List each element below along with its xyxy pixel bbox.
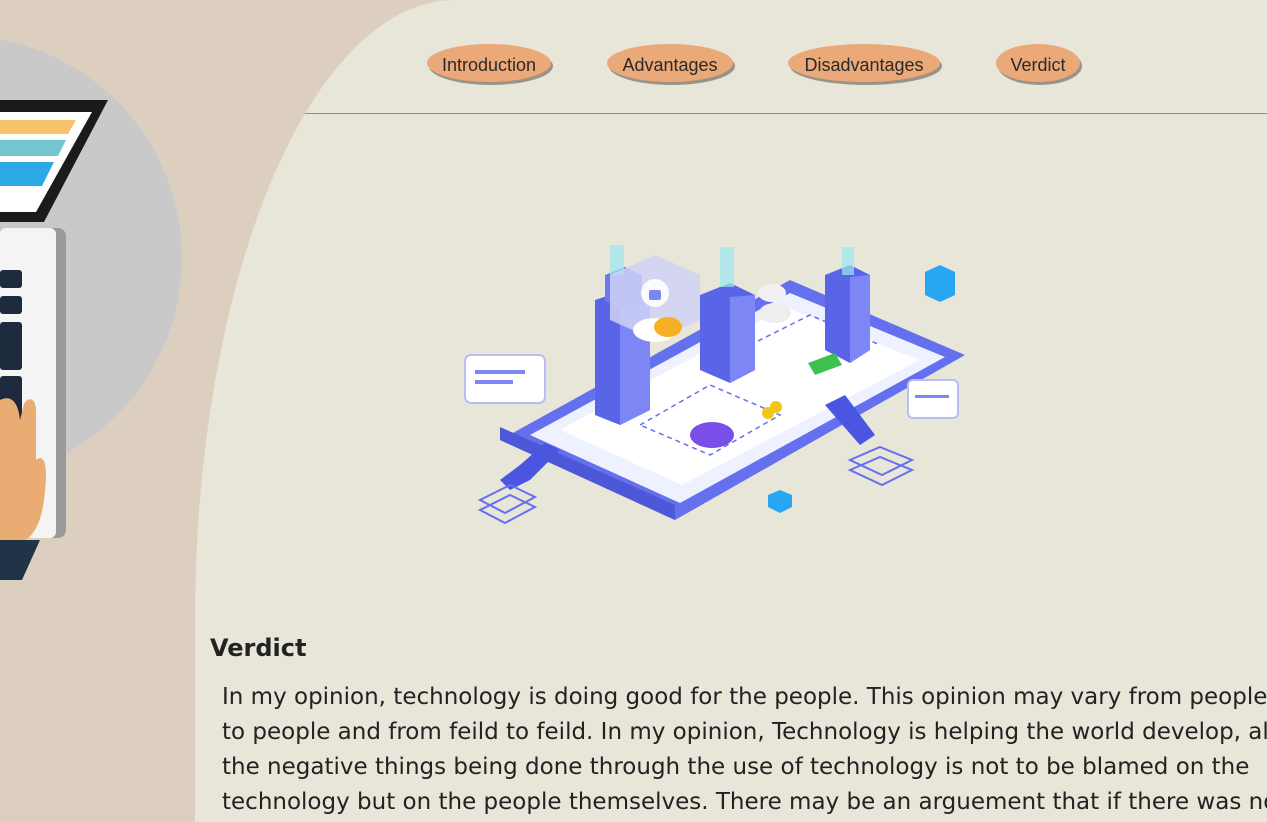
nav-advantages-button[interactable]: Advantages	[607, 44, 733, 82]
nav-verdict-button[interactable]: Verdict	[996, 44, 1080, 82]
section-title: Verdict	[210, 634, 307, 662]
nav-introduction-button[interactable]: Introduction	[427, 44, 551, 82]
top-navigation: Introduction Advantages Disadvantages Ve…	[195, 44, 1267, 88]
smart-city-phone-illustration	[450, 235, 980, 535]
section-body-text: In my opinion, technology is doing good …	[222, 684, 1267, 815]
main-content: Introduction Advantages Disadvantages Ve…	[195, 0, 1267, 822]
header-divider	[210, 113, 1267, 114]
nav-disadvantages-button[interactable]: Disadvantages	[788, 44, 940, 82]
